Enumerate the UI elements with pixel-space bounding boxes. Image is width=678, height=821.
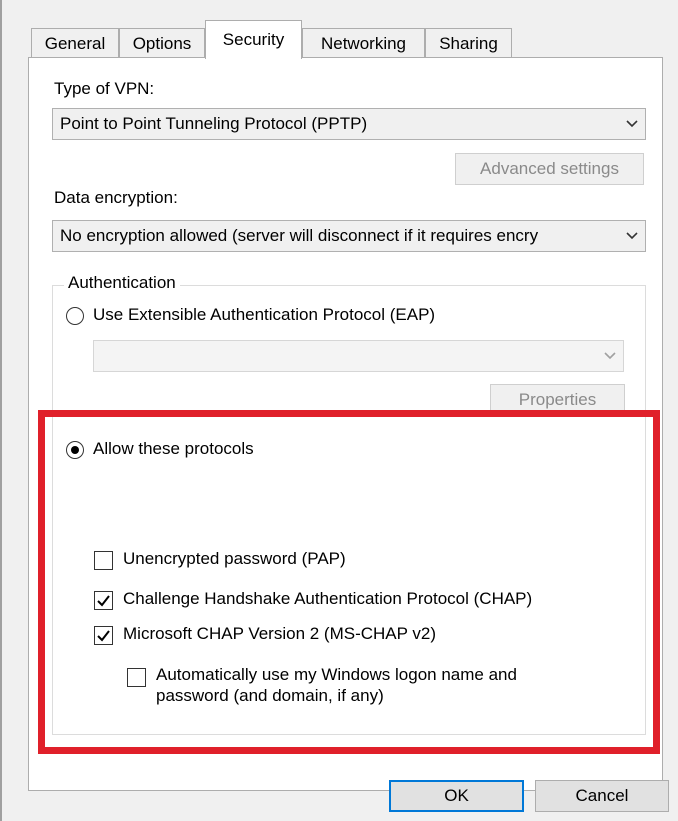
vpn-type-value: Point to Point Tunneling Protocol (PPTP) <box>60 114 368 133</box>
eap-radio-label: Use Extensible Authentication Protocol (… <box>93 305 436 324</box>
ok-button[interactable]: OK <box>389 780 524 812</box>
cancel-button[interactable]: Cancel <box>535 780 669 812</box>
tab-security[interactable]: Security <box>205 20 302 59</box>
chevron-down-icon <box>597 341 623 371</box>
chevron-down-icon <box>619 109 645 139</box>
advanced-settings-button[interactable]: Advanced settings <box>455 153 644 185</box>
vpn-type-label: Type of VPN: <box>54 79 155 98</box>
chevron-down-icon <box>619 221 645 251</box>
highlight-annotation-box <box>38 410 660 754</box>
data-encryption-select[interactable]: No encryption allowed (server will disco… <box>52 220 646 252</box>
data-encryption-value: No encryption allowed (server will disco… <box>60 226 539 245</box>
data-encryption-label: Data encryption: <box>54 188 178 207</box>
eap-method-select[interactable] <box>93 340 624 372</box>
authentication-legend: Authentication <box>64 273 180 293</box>
vpn-type-select[interactable]: Point to Point Tunneling Protocol (PPTP) <box>52 108 646 140</box>
eap-radio[interactable] <box>66 307 84 325</box>
